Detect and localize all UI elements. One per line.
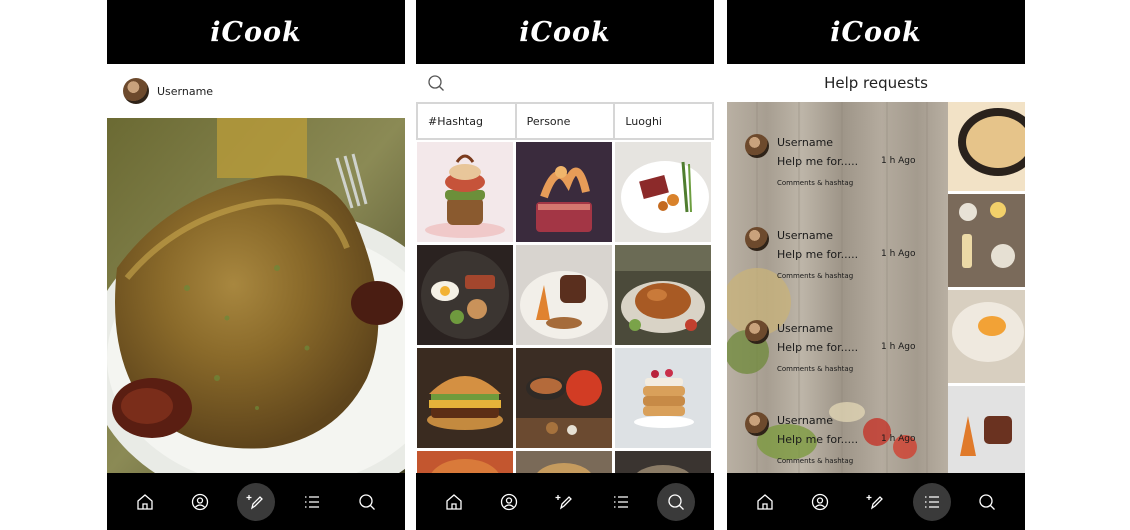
help-request[interactable]: Username Help me for..... 1 h Ago Commen… bbox=[745, 402, 945, 482]
profile-icon bbox=[192, 493, 209, 510]
profile-icon bbox=[812, 493, 829, 510]
feed-screen: iCook Username bbox=[107, 0, 405, 530]
nav-search[interactable] bbox=[348, 483, 386, 521]
avatar[interactable] bbox=[123, 78, 149, 104]
request-message: Help me for..... bbox=[777, 433, 859, 446]
request-time: 1 h Ago bbox=[881, 342, 916, 352]
profile-icon bbox=[501, 493, 518, 510]
home-icon bbox=[446, 493, 462, 510]
avatar[interactable] bbox=[745, 134, 769, 158]
nav-list[interactable] bbox=[602, 483, 640, 521]
search-icon[interactable] bbox=[426, 73, 446, 93]
help-request[interactable]: Username Help me for..... 1 h Ago Commen… bbox=[745, 217, 945, 297]
avatar[interactable] bbox=[745, 320, 769, 344]
app-header: iCook bbox=[107, 0, 405, 64]
bottom-nav bbox=[727, 473, 1025, 530]
grid-photo[interactable] bbox=[615, 348, 711, 448]
new-post-icon bbox=[555, 494, 572, 509]
strip-photo[interactable] bbox=[948, 102, 1025, 191]
request-meta[interactable]: Comments & hashtag bbox=[777, 272, 853, 280]
nav-profile[interactable] bbox=[801, 483, 839, 521]
grid-photo[interactable] bbox=[417, 142, 513, 242]
avatar[interactable] bbox=[745, 412, 769, 436]
strip-photo[interactable] bbox=[948, 386, 1025, 476]
home-icon bbox=[137, 493, 153, 510]
search-bar[interactable] bbox=[416, 64, 714, 102]
page-title: Help requests bbox=[824, 74, 928, 92]
new-post-icon bbox=[866, 494, 883, 509]
nav-search[interactable] bbox=[657, 482, 696, 521]
nav-new-post[interactable] bbox=[857, 483, 895, 521]
search-icon bbox=[668, 493, 685, 510]
request-username[interactable]: Username bbox=[777, 414, 833, 427]
request-meta[interactable]: Comments & hashtag bbox=[777, 179, 853, 187]
request-message: Help me for..... bbox=[777, 155, 859, 168]
new-post-icon bbox=[246, 494, 263, 509]
nav-home[interactable] bbox=[126, 483, 164, 521]
list-icon bbox=[924, 495, 939, 508]
side-photo-strip bbox=[948, 102, 1025, 476]
strip-photo[interactable] bbox=[948, 194, 1025, 287]
list-icon bbox=[613, 495, 628, 508]
post-username[interactable]: Username bbox=[157, 85, 213, 98]
explore-screen: iCook #Hashtag Persone Luoghi bbox=[416, 0, 714, 530]
tab-luoghi[interactable]: Luoghi bbox=[615, 102, 714, 140]
nav-new-post[interactable] bbox=[546, 483, 584, 521]
app-header: iCook bbox=[416, 0, 714, 64]
request-meta[interactable]: Comments & hashtag bbox=[777, 365, 853, 373]
grid-photo[interactable] bbox=[615, 245, 711, 345]
grid-photo[interactable] bbox=[417, 348, 513, 448]
nav-home[interactable] bbox=[746, 483, 784, 521]
app-logo: iCook bbox=[830, 16, 922, 48]
app-logo: iCook bbox=[519, 16, 611, 48]
grid-photo[interactable] bbox=[615, 142, 711, 242]
request-meta[interactable]: Comments & hashtag bbox=[777, 457, 853, 465]
nav-home[interactable] bbox=[435, 483, 473, 521]
app-header: iCook bbox=[727, 0, 1025, 64]
bottom-nav bbox=[107, 473, 405, 530]
request-message: Help me for..... bbox=[777, 248, 859, 261]
grid-photo[interactable] bbox=[516, 142, 612, 242]
help-request-list: Username Help me for..... 1 h Ago Commen… bbox=[727, 102, 948, 474]
help-screen: iCook Help requests Username Help me for… bbox=[727, 0, 1025, 530]
avatar[interactable] bbox=[745, 227, 769, 251]
strip-photo[interactable] bbox=[948, 290, 1025, 383]
tab-hashtag[interactable]: #Hashtag bbox=[416, 102, 517, 140]
app-logo: iCook bbox=[210, 16, 302, 48]
nav-list[interactable] bbox=[293, 483, 331, 521]
help-request[interactable]: Username Help me for..... 1 h Ago Commen… bbox=[745, 310, 945, 390]
nav-profile[interactable] bbox=[181, 483, 219, 521]
nav-new-post[interactable] bbox=[236, 482, 275, 521]
bottom-nav bbox=[416, 473, 714, 530]
nav-profile[interactable] bbox=[490, 483, 528, 521]
grid-photo[interactable] bbox=[417, 245, 513, 345]
post-author[interactable]: Username bbox=[107, 64, 405, 118]
list-icon bbox=[304, 495, 319, 508]
request-username[interactable]: Username bbox=[777, 322, 833, 335]
request-time: 1 h Ago bbox=[881, 249, 916, 259]
request-message: Help me for..... bbox=[777, 341, 859, 354]
request-username[interactable]: Username bbox=[777, 136, 833, 149]
grid-photo[interactable] bbox=[516, 245, 612, 345]
photo-grid bbox=[416, 142, 714, 530]
grid-photo[interactable] bbox=[516, 348, 612, 448]
post-image[interactable] bbox=[107, 118, 405, 474]
help-request[interactable]: Username Help me for..... 1 h Ago Commen… bbox=[745, 124, 945, 204]
nav-search[interactable] bbox=[968, 483, 1006, 521]
filter-tabs: #Hashtag Persone Luoghi bbox=[416, 102, 714, 140]
nav-list[interactable] bbox=[912, 482, 951, 521]
search-icon bbox=[979, 493, 996, 510]
request-username[interactable]: Username bbox=[777, 229, 833, 242]
request-time: 1 h Ago bbox=[881, 156, 916, 166]
home-icon bbox=[757, 493, 773, 510]
tab-persone[interactable]: Persone bbox=[516, 102, 616, 140]
search-icon bbox=[359, 493, 376, 510]
request-time: 1 h Ago bbox=[881, 434, 916, 444]
